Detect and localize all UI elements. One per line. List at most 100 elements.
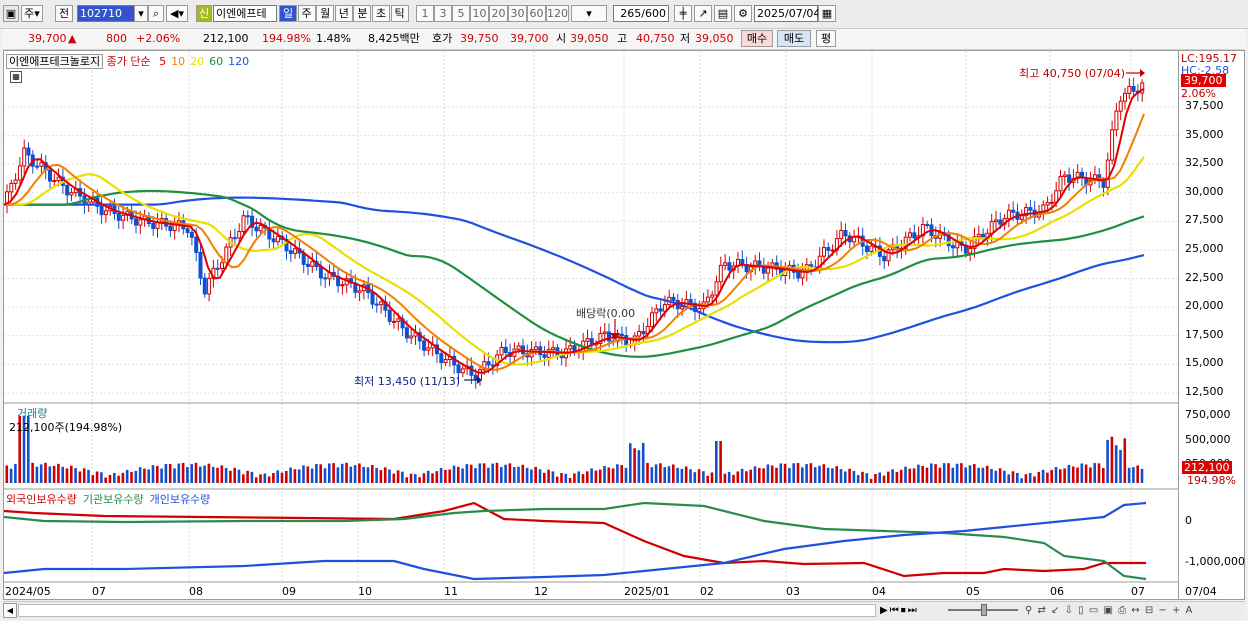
calendar-icon[interactable]: ▦ <box>818 5 836 22</box>
gear-icon[interactable]: ⚙ <box>734 5 752 22</box>
volume-bar <box>624 467 628 483</box>
volume-bar <box>921 465 924 483</box>
price-tick: 27,500 <box>1185 213 1224 227</box>
sell-button[interactable]: 매도 <box>777 30 811 47</box>
volume-bar <box>418 477 421 483</box>
candle-body <box>705 296 710 303</box>
date-field[interactable]: 2025/07/04 <box>754 5 820 22</box>
volume-bar <box>745 471 748 483</box>
tab-1[interactable]: 주 <box>297 5 316 22</box>
scroll-nav-icons[interactable]: ▶⏮⏹⏭ <box>880 603 942 618</box>
chart-menu-icon[interactable]: ▣ <box>3 5 19 22</box>
x-axis-right-label: 07/04 <box>1185 585 1217 598</box>
chart-svg[interactable] <box>4 51 1178 599</box>
volume-bar <box>758 468 761 483</box>
volume-bar <box>732 474 735 483</box>
tab-2[interactable]: 월 <box>316 5 335 22</box>
stock-name-field[interactable]: 이엔에프테 <box>213 5 277 22</box>
volume-bar <box>947 463 950 483</box>
volume-bar <box>689 469 692 483</box>
candle-body <box>533 346 538 350</box>
candle-icon[interactable]: ╪ <box>674 5 692 22</box>
volume-bar <box>409 473 413 483</box>
speaker-icon[interactable]: ◀▾ <box>166 5 188 22</box>
legend-ma-2: 20 <box>190 55 205 68</box>
volume-bar <box>581 474 585 483</box>
volume-bar <box>362 466 365 483</box>
code-dropdown-icon[interactable]: ▾ <box>134 5 148 22</box>
legend-stock-name[interactable]: 이엔에프테크놀로지 <box>6 54 104 69</box>
individual-holding-line <box>4 501 1147 581</box>
interval-2[interactable]: 5 <box>452 5 470 22</box>
candle-body <box>688 299 693 304</box>
volume-bar <box>878 472 881 483</box>
holding-tick: 0 <box>1185 514 1192 527</box>
prev-button[interactable]: 전 <box>55 5 73 22</box>
interval-0[interactable]: 1 <box>416 5 434 22</box>
volume-bar <box>547 469 550 483</box>
scroll-track[interactable] <box>18 604 876 617</box>
interval-1[interactable]: 3 <box>434 5 452 22</box>
code-input[interactable]: 102710 <box>77 5 135 22</box>
count-field[interactable]: 265/600 <box>613 5 669 22</box>
volume-bar <box>95 471 99 483</box>
volume-bar <box>186 467 189 483</box>
buy-button[interactable]: 매수 <box>741 30 773 47</box>
zoom-slider-handle[interactable] <box>981 604 987 616</box>
volume-bar <box>48 466 52 483</box>
candle-body <box>796 271 801 279</box>
candle-body <box>202 277 207 295</box>
chart-tool-icons[interactable]: ⚲ ⇄ ↙ ⇩ ▯ ▭ ▣ ⎙ ↔ ⊟ − + A <box>1025 603 1245 618</box>
volume-bar <box>551 471 555 483</box>
volume-bar <box>1102 468 1105 483</box>
tab-6[interactable]: 틱 <box>390 5 409 22</box>
volume-bar <box>1084 464 1088 483</box>
tab-0[interactable]: 일 <box>279 5 297 22</box>
interval-7[interactable]: 120 <box>546 5 569 22</box>
volume-bar <box>891 469 894 483</box>
scroll-left-icon[interactable]: ◀ <box>3 603 17 618</box>
search-icon[interactable]: ⌕ <box>148 5 164 22</box>
holding-legend-0: 외국인보유수량 <box>6 493 77 506</box>
volume-bar <box>345 462 348 483</box>
period-select[interactable]: 주▾ <box>21 5 43 22</box>
volume-bar <box>1132 467 1135 483</box>
volume-bar <box>465 464 469 483</box>
table-icon[interactable]: ▦ <box>10 71 22 83</box>
volume-bar <box>1011 471 1015 483</box>
volume-bar <box>487 467 490 483</box>
volume-bar <box>401 471 404 483</box>
eval-button[interactable]: 평 <box>816 30 836 47</box>
foreign-holding-line <box>4 501 1146 578</box>
volume-bar <box>672 464 675 483</box>
volume-bar <box>39 464 43 483</box>
tab-3[interactable]: 년 <box>334 5 353 22</box>
interval-5[interactable]: 30 <box>508 5 527 22</box>
volume-bar <box>1024 474 1028 483</box>
volume-bar <box>82 468 86 483</box>
interval-6[interactable]: 60 <box>527 5 546 22</box>
candle-body <box>951 245 955 249</box>
volume-bar <box>788 467 791 483</box>
tab-4[interactable]: 분 <box>353 5 372 22</box>
candle-body <box>908 232 912 238</box>
candle-body <box>323 277 328 280</box>
volume-bar <box>512 467 516 483</box>
interval-3[interactable]: 10 <box>470 5 489 22</box>
candle-body <box>17 165 22 181</box>
tab-5[interactable]: 초 <box>372 5 390 22</box>
volume-bar <box>951 467 955 483</box>
candle-body <box>52 180 57 183</box>
save-icon[interactable]: ▤ <box>714 5 732 22</box>
chart-toolbar: ▣ 주▾ 전 102710 ▾ ⌕ ◀▾ 신 이엔에프테 일주월년분초틱 135… <box>0 0 1248 29</box>
interval-dropdown[interactable]: ▾ <box>571 5 607 22</box>
draw-icon[interactable]: ↗ <box>694 5 712 22</box>
volume-bar <box>594 470 598 483</box>
volume-tick: 500,000 <box>1185 432 1231 446</box>
price-tick: 12,500 <box>1185 385 1224 398</box>
candle-body <box>1114 110 1119 131</box>
volume-bar <box>1093 463 1096 483</box>
chart-area[interactable]: 이엔에프테크놀로지 종가 단순 5 10 20 60 120 ▦ 최고 40,750 (… <box>3 50 1179 600</box>
interval-4[interactable]: 20 <box>489 5 508 22</box>
chart-scrollbar[interactable]: ◀ ▶⏮⏹⏭ ⚲ ⇄ ↙ ⇩ ▯ ▭ ▣ ⎙ ↔ ⊟ − + A <box>3 601 1245 620</box>
